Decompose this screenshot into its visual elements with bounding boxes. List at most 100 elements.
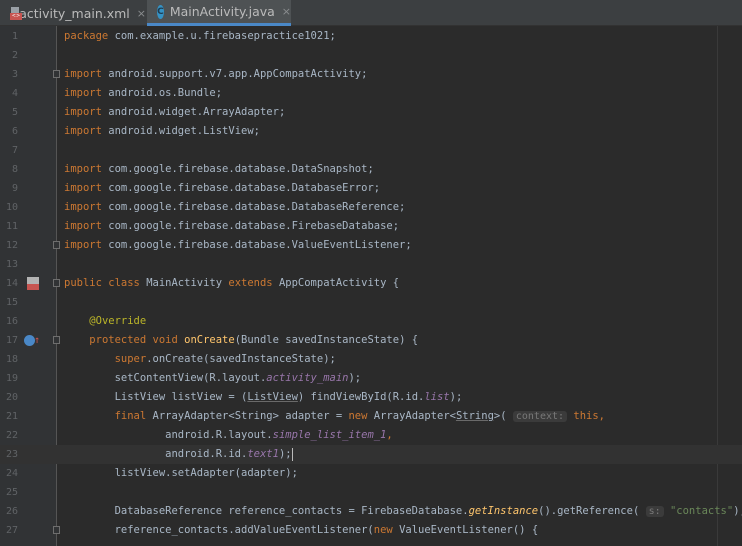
related-layout-icon[interactable] — [27, 277, 39, 290]
code-text: import android.os.Bundle; — [64, 84, 222, 103]
xml-file-icon: <> — [10, 6, 22, 20]
code-token: new — [348, 410, 374, 422]
code-token: com.google.firebase.database.FirebaseDat… — [108, 220, 400, 232]
code-line[interactable]: 10 import com.google.firebase.database.Da… — [0, 198, 742, 217]
code-line[interactable]: 15 — [0, 293, 742, 312]
code-token: DatabaseReference reference_contacts = F… — [64, 505, 469, 517]
code-text: import android.widget.ArrayAdapter; — [64, 103, 285, 122]
code-line[interactable]: 27 reference_contacts.addValueEventListe… — [0, 521, 742, 540]
code-token: activity_main — [266, 372, 349, 384]
code-token: com.google.firebase.database.DatabaseErr… — [108, 182, 381, 194]
line-number: 8 — [11, 164, 18, 175]
code-line[interactable]: 5 import android.widget.ArrayAdapter; — [0, 103, 742, 122]
code-token: import — [64, 106, 109, 118]
line-number: 3 — [11, 69, 18, 80]
code-line[interactable]: 1 package com.example.u.firebasepractice1… — [0, 27, 742, 46]
code-token: "contacts" — [663, 505, 734, 517]
code-line[interactable]: 18 super.onCreate(savedInstanceState); — [0, 350, 742, 369]
line-number: 17 — [5, 335, 18, 346]
fold-marker-icon[interactable] — [53, 241, 60, 249]
tab-label: activity_main.xml — [19, 5, 130, 21]
code-token: ().getReference( — [538, 505, 646, 517]
code-line[interactable]: 16 @Override — [0, 312, 742, 331]
code-token: android.R.layout. — [64, 429, 273, 441]
code-text: android.R.id.text1); — [64, 445, 293, 464]
line-number: 24 — [5, 468, 18, 479]
line-number: 26 — [5, 506, 18, 517]
line-number: 25 — [5, 487, 18, 498]
fold-marker-icon[interactable] — [53, 279, 60, 287]
code-token: new — [373, 524, 400, 536]
code-token: ); — [449, 391, 463, 403]
parameter-hint: context: — [512, 411, 568, 422]
code-line[interactable]: 19 setContentView(R.layout.activity_main… — [0, 369, 742, 388]
line-number: 12 — [5, 240, 18, 251]
line-number: 14 — [5, 278, 18, 289]
fold-marker-icon[interactable] — [53, 526, 60, 534]
code-text: android.R.layout.simple_list_item_1, — [64, 426, 393, 445]
code-token: import — [64, 68, 109, 80]
code-line[interactable]: 17 ↑ protected void onCreate(Bundle saved… — [0, 331, 742, 350]
code-token: , — [598, 410, 605, 422]
code-line[interactable]: 13 — [0, 255, 742, 274]
code-text: import com.google.firebase.database.Data… — [64, 198, 405, 217]
code-line[interactable]: 11 import com.google.firebase.database.Fi… — [0, 217, 742, 236]
code-line[interactable]: 23 android.R.id.text1); — [0, 445, 742, 464]
code-line[interactable]: 7 — [0, 141, 742, 160]
code-line[interactable]: 20 ListView listView = (ListView) findVi… — [0, 388, 742, 407]
code-text: package com.example.u.firebasepractice10… — [64, 27, 336, 46]
code-line[interactable]: 21 final ArrayAdapter<String> adapter = … — [0, 407, 742, 426]
code-line[interactable]: 24 listView.setAdapter(adapter); — [0, 464, 742, 483]
code-line[interactable]: 12 import com.google.firebase.database.Va… — [0, 236, 742, 255]
line-number: 6 — [11, 126, 18, 137]
code-text: final ArrayAdapter<String> adapter = new… — [64, 407, 605, 426]
fold-marker-icon[interactable] — [53, 70, 60, 78]
code-token: com.google.firebase.database.DataSnapsho… — [108, 163, 374, 175]
close-tab-icon[interactable]: × — [137, 7, 146, 20]
code-line[interactable]: 8 import com.google.firebase.database.Dat… — [0, 160, 742, 179]
tab-mainactivity-java[interactable]: C MainActivity.java × — [147, 0, 291, 26]
code-text: protected void onCreate(Bundle savedInst… — [64, 331, 418, 350]
tab-activity-main-xml[interactable]: <> activity_main.xml × — [0, 0, 146, 26]
line-number: 7 — [11, 145, 18, 156]
line-number: 16 — [5, 316, 18, 327]
code-editor[interactable]: 1 package com.example.u.firebasepractice1… — [0, 27, 742, 540]
code-text: setContentView(R.layout.activity_main); — [64, 369, 362, 388]
code-line[interactable]: 3 import android.support.v7.app.AppCompat… — [0, 65, 742, 84]
code-line[interactable]: 26 DatabaseReference reference_contacts … — [0, 502, 742, 521]
editor-tab-bar: <> activity_main.xml × C MainActivity.ja… — [0, 0, 742, 26]
code-line[interactable]: 9 import com.google.firebase.database.Dat… — [0, 179, 742, 198]
code-text: @Override — [64, 312, 146, 331]
code-token: ArrayAdapter<String> adapter = — [152, 410, 349, 422]
code-token: ArrayAdapter< — [373, 410, 456, 422]
text-cursor — [291, 447, 293, 461]
line-number: 4 — [11, 88, 18, 99]
line-number: 20 — [5, 392, 18, 403]
code-token: protected void — [89, 334, 185, 346]
code-token: .onCreate(savedInstanceState); — [146, 353, 336, 365]
code-token: ValueEventListener() { — [399, 524, 539, 536]
code-token: ); — [278, 448, 292, 460]
code-text: import com.google.firebase.database.Valu… — [64, 236, 412, 255]
code-token: , — [386, 429, 393, 441]
close-tab-icon[interactable]: × — [282, 5, 291, 18]
tab-label: MainActivity.java — [169, 4, 275, 19]
code-line[interactable]: 25 — [0, 483, 742, 502]
code-token: android.support.v7.app.AppCompatActivity… — [108, 68, 368, 80]
code-token: @Override — [89, 315, 147, 327]
code-line[interactable]: 14 public class MainActivity extends AppC… — [0, 274, 742, 293]
code-line[interactable]: 4 import android.os.Bundle; — [0, 84, 742, 103]
line-number: 5 — [11, 107, 18, 118]
code-token: >( — [493, 410, 513, 422]
code-text: reference_contacts.addValueEventListener… — [64, 521, 539, 540]
code-token: simple_list_item_1 — [272, 429, 387, 441]
code-text: import com.google.firebase.database.Data… — [64, 179, 380, 198]
code-line[interactable]: 2 — [0, 46, 742, 65]
code-line[interactable]: 6 import android.widget.ListView; — [0, 122, 742, 141]
code-line[interactable]: 22 android.R.layout.simple_list_item_1, — [0, 426, 742, 445]
line-number: 10 — [5, 202, 18, 213]
code-token: ListView listView = ( — [64, 391, 248, 403]
fold-marker-icon[interactable] — [53, 336, 60, 344]
